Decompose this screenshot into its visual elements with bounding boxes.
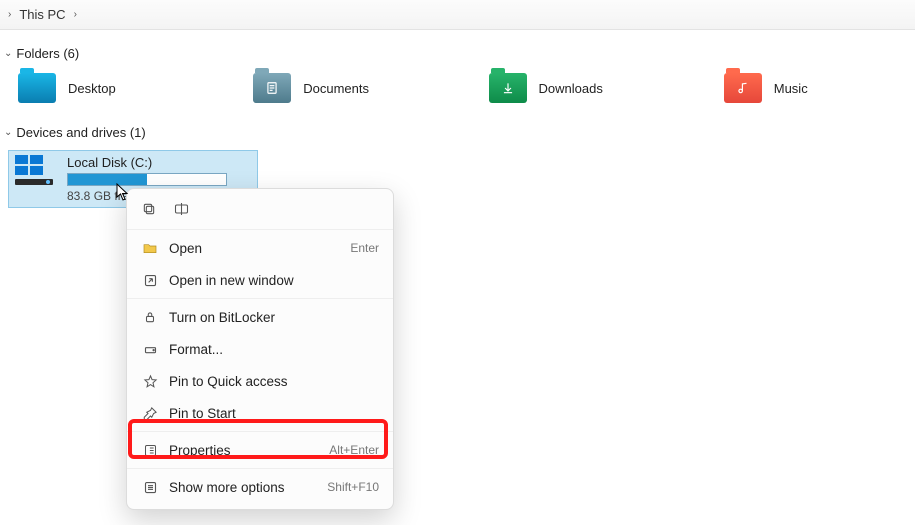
- drives-section-header[interactable]: ⌄ Devices and drives (1): [0, 121, 915, 146]
- drive-usage-bar: [67, 173, 227, 186]
- menu-label: Open in new window: [169, 273, 379, 288]
- menu-accel: Shift+F10: [327, 480, 379, 494]
- folder-label: Downloads: [539, 81, 603, 96]
- folder-item-downloads[interactable]: Downloads: [485, 69, 680, 107]
- rename-icon[interactable]: [171, 199, 191, 219]
- menu-label: Open: [169, 241, 350, 256]
- new-window-icon: [139, 273, 161, 288]
- folders-section-header[interactable]: ⌄ Folders (6): [0, 42, 915, 67]
- menu-open[interactable]: Open Enter: [127, 232, 393, 264]
- menu-properties[interactable]: Properties Alt+Enter: [127, 434, 393, 466]
- lock-icon: [139, 310, 161, 324]
- drive-name: Local Disk (C:): [67, 155, 227, 170]
- chevron-down-icon: ⌄: [4, 127, 12, 138]
- menu-label: Properties: [169, 443, 329, 458]
- folder-label: Desktop: [68, 81, 116, 96]
- folder-label: Music: [774, 81, 808, 96]
- menu-icon: [139, 480, 161, 495]
- star-icon: [139, 374, 161, 389]
- menu-accel: Enter: [350, 241, 379, 255]
- drive-icon: [139, 342, 161, 357]
- menu-pin-start[interactable]: Pin to Start: [127, 397, 393, 429]
- folder-item-desktop[interactable]: Desktop: [14, 69, 209, 107]
- downloads-folder-icon: [489, 73, 527, 103]
- chevron-right-icon: ›: [4, 9, 15, 20]
- pin-icon: [139, 406, 161, 421]
- folder-item-music[interactable]: Music: [720, 69, 915, 107]
- breadcrumb-root[interactable]: This PC: [19, 7, 65, 22]
- copy-icon[interactable]: [139, 199, 159, 219]
- menu-label: Turn on BitLocker: [169, 310, 379, 325]
- documents-folder-icon: [253, 73, 291, 103]
- folder-label: Documents: [303, 81, 369, 96]
- folder-item-documents[interactable]: Documents: [249, 69, 444, 107]
- menu-label: Format...: [169, 342, 379, 357]
- context-menu-toolbar: [127, 193, 393, 227]
- menu-label: Show more options: [169, 480, 327, 495]
- menu-label: Pin to Quick access: [169, 374, 379, 389]
- properties-icon: [139, 443, 161, 458]
- address-bar[interactable]: › This PC ›: [0, 0, 915, 30]
- chevron-right-icon: ›: [70, 9, 81, 20]
- folders-grid: Desktop Documents Downloads Music: [0, 67, 915, 121]
- menu-format[interactable]: Format...: [127, 333, 393, 365]
- folders-header-text: Folders (6): [16, 46, 79, 61]
- menu-show-more-options[interactable]: Show more options Shift+F10: [127, 471, 393, 503]
- cursor-icon: [116, 183, 130, 201]
- menu-bitlocker[interactable]: Turn on BitLocker: [127, 301, 393, 333]
- music-folder-icon: [724, 73, 762, 103]
- menu-label: Pin to Start: [169, 406, 379, 421]
- menu-open-new-window[interactable]: Open in new window: [127, 264, 393, 296]
- local-disk-icon: [15, 155, 57, 185]
- drives-header-text: Devices and drives (1): [16, 125, 145, 140]
- chevron-down-icon: ⌄: [4, 48, 12, 59]
- open-folder-icon: [139, 240, 161, 256]
- desktop-folder-icon: [18, 73, 56, 103]
- menu-pin-quick-access[interactable]: Pin to Quick access: [127, 365, 393, 397]
- menu-accel: Alt+Enter: [329, 443, 379, 457]
- context-menu: Open Enter Open in new window Turn on Bi…: [126, 188, 394, 510]
